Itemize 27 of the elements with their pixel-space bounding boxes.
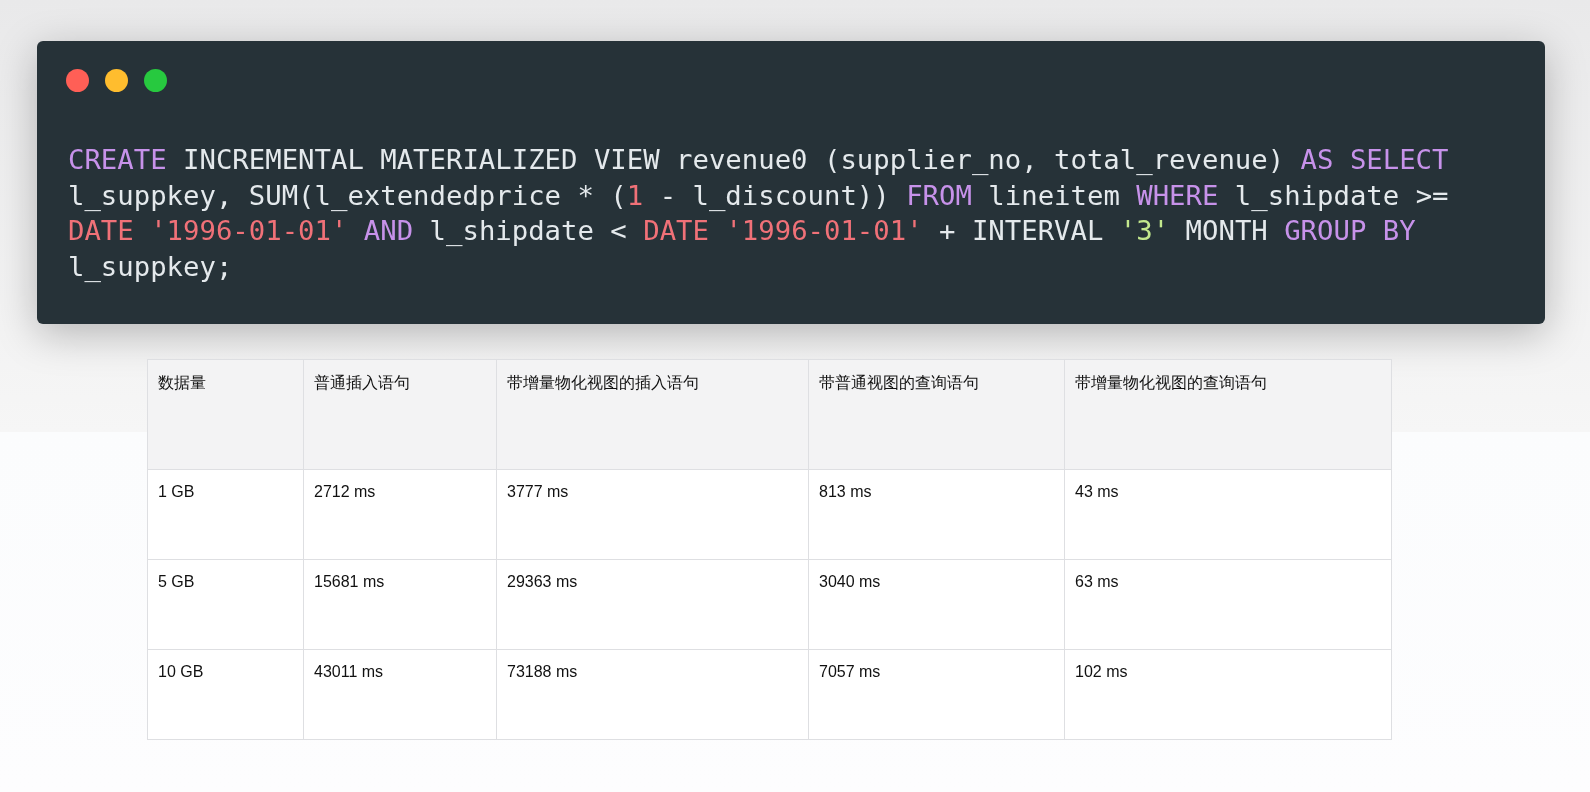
close-button[interactable] [66,69,89,92]
table-cell: 43011 ms [303,649,497,740]
code-line: l_suppkey, SUM(l_extendedprice * (1 - l_discount)) FROM lineitem WHERE l_shipdate >= [68,178,1450,213]
code-line: CREATE INCREMENTAL MATERIALIZED VIEW revenue0 (supplier_no, total_revenue) AS SELECT [68,143,1450,177]
code-line: l_suppkey; [68,249,234,284]
column-header: 普通插入语句 [303,359,497,470]
table-cell: 1 GB [147,469,304,560]
table-cell: 102 ms [1064,649,1392,740]
table-cell: 29363 ms [496,559,809,650]
table-cell: 2712 ms [303,469,497,560]
table-cell: 15681 ms [303,559,497,650]
table-cell: 813 ms [808,469,1065,560]
table-cell: 63 ms [1064,559,1392,650]
zoom-button[interactable] [144,69,167,92]
column-header: 带增量物化视图的查询语句 [1064,359,1392,470]
column-header: 带增量物化视图的插入语句 [496,359,809,470]
table-cell: 10 GB [147,649,304,740]
table-cell: 5 GB [147,559,304,650]
table-cell: 7057 ms [808,649,1065,740]
table-cell: 73188 ms [496,649,809,740]
table-cell: 3040 ms [808,559,1065,650]
table-cell: 3777 ms [496,469,809,560]
code-line: DATE '1996-01-01' AND l_shipdate < DATE '1996-01-01' + INTERVAL '3' MONTH GROUP BY [68,214,1417,248]
table-cell: 43 ms [1064,469,1392,560]
minimize-button[interactable] [105,69,128,92]
column-header: 数据量 [147,359,304,470]
column-header: 带普通视图的查询语句 [808,359,1065,470]
